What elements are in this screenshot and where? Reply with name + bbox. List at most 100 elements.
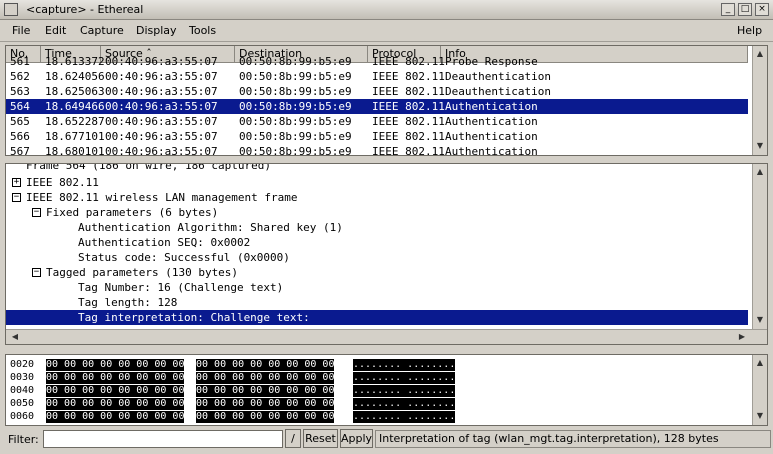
menu-file[interactable]: File — [12, 24, 30, 37]
tree-item[interactable]: IEEE 802.11 — [26, 175, 99, 190]
collapse-icon[interactable]: − — [32, 268, 41, 277]
packet-cell-proto: IEEE 802.11 — [372, 85, 445, 98]
hex-offset: 0030 — [10, 372, 35, 383]
packet-cell-info: Deauthentication — [445, 70, 551, 83]
reset-button[interactable]: Reset — [303, 429, 338, 448]
tree-item-label: IEEE 802.11 — [26, 176, 99, 189]
scroll-up-icon[interactable]: ▲ — [754, 357, 766, 369]
packet-cell-src: 00:40:96:a3:55:07 — [105, 130, 218, 143]
collapse-icon[interactable]: − — [12, 193, 21, 202]
tree-item[interactable]: Authentication SEQ: 0x0002 — [78, 235, 250, 250]
tree-item-label: Tag interpretation: Challenge text: — [78, 311, 310, 324]
packet-row[interactable]: 563 18.625063 00:40:96:a3:55:07 00:50:8b:99… — [6, 84, 748, 99]
scroll-left-icon[interactable]: ◀ — [9, 331, 21, 343]
hex-bytes[interactable]: 00 00 00 00 00 00 00 00 — [196, 372, 335, 384]
tree-item-label: Tag length: 128 — [78, 296, 178, 309]
packet-cell-src: 00:40:96:a3:55:07 — [105, 115, 218, 128]
menu-capture[interactable]: Capture — [80, 24, 124, 37]
packet-row[interactable]: 562 18.624056 00:40:96:a3:55:07 00:50:8b:99… — [6, 69, 748, 84]
packet-cell-no: 564 — [10, 100, 30, 113]
packet-cell-no: 563 — [10, 85, 30, 98]
apply-button[interactable]: Apply — [340, 429, 373, 448]
filter-input[interactable] — [43, 430, 283, 448]
tree-item-label: Fixed parameters (6 bytes) — [46, 206, 219, 219]
packet-cell-no: 566 — [10, 130, 30, 143]
tree-item-label: Authentication Algorithm: Shared key (1) — [78, 221, 343, 234]
menu-bar: File Edit Capture Display Tools Help — [0, 20, 773, 42]
packet-cell-info: Authentication — [445, 115, 538, 128]
tree-item[interactable]: Status code: Successful (0x0000) — [78, 250, 290, 265]
packet-cell-info: Authentication — [445, 130, 538, 143]
packet-cell-time: 18.625063 — [45, 85, 105, 98]
tree-item-label: Tag Number: 16 (Challenge text) — [78, 281, 284, 294]
expand-icon[interactable]: + — [12, 178, 21, 187]
scroll-up-icon[interactable]: ▲ — [754, 166, 766, 178]
hex-ascii[interactable]: ........ ........ — [353, 359, 456, 371]
title-bar: <capture> - Ethereal _ □ × — [0, 0, 773, 20]
hex-bytes[interactable]: 00 00 00 00 00 00 00 00 — [46, 372, 185, 384]
packet-cell-info: Authentication — [445, 100, 538, 113]
packet-list-vscroll[interactable]: ▲ ▼ — [752, 46, 767, 155]
tree-item[interactable]: Tagged parameters (130 bytes) — [46, 265, 238, 280]
hex-bytes[interactable]: 00 00 00 00 00 00 00 00 — [196, 411, 335, 423]
packet-row[interactable]: 567 18.680101 00:40:96:a3:55:07 00:50:8b:99… — [6, 144, 748, 156]
hex-ascii[interactable]: ........ ........ — [353, 385, 456, 397]
packet-cell-dst: 00:50:8b:99:b5:e9 — [239, 130, 352, 143]
hex-ascii[interactable]: ........ ........ — [353, 372, 456, 384]
hex-bytes[interactable]: 00 00 00 00 00 00 00 00 — [46, 385, 185, 397]
menu-display[interactable]: Display — [136, 24, 177, 37]
packet-cell-dst: 00:50:8b:99:b5:e9 — [239, 115, 352, 128]
detail-vscroll[interactable]: ▲ ▼ — [752, 164, 767, 329]
packet-cell-info: Deauthentication — [445, 85, 551, 98]
hex-bytes[interactable]: 00 00 00 00 00 00 00 00 — [46, 398, 185, 410]
packet-list-pane: No. Time Source ˆ Destination Protocol I… — [5, 45, 768, 156]
pane-splitter-bottom[interactable] — [0, 346, 773, 352]
hex-ascii[interactable]: ........ ........ — [353, 411, 456, 423]
packet-cell-no: 567 — [10, 145, 30, 156]
detail-hscroll[interactable]: ◀ ▶ — [6, 329, 767, 344]
tree-item-selected[interactable]: Tag interpretation: Challenge text: — [6, 310, 748, 325]
tree-item[interactable]: Authentication Algorithm: Shared key (1) — [78, 220, 343, 235]
window-title: <capture> - Ethereal — [26, 3, 144, 16]
tree-item[interactable]: Tag length: 128 — [78, 295, 177, 310]
tree-item[interactable]: Tag Number: 16 (Challenge text) — [78, 280, 283, 295]
tree-item[interactable]: Frame 564 (186 on wire, 186 captured) — [26, 163, 272, 173]
window-menu-icon[interactable] — [4, 3, 18, 16]
packet-cell-time: 18.649466 — [45, 100, 105, 113]
hex-bytes[interactable]: 00 00 00 00 00 00 00 00 — [196, 359, 335, 371]
tree-item-label: Frame 564 (186 on wire, 186 captured) — [26, 163, 272, 172]
packet-cell-no: 562 — [10, 70, 30, 83]
scroll-down-icon[interactable]: ▼ — [754, 140, 766, 152]
collapse-icon[interactable]: − — [32, 208, 41, 217]
packet-cell-dst: 00:50:8b:99:b5:e9 — [239, 85, 352, 98]
scroll-up-icon[interactable]: ▲ — [754, 48, 766, 60]
minimize-button[interactable]: _ — [721, 3, 735, 16]
tree-item[interactable]: Fixed parameters (6 bytes) — [46, 205, 218, 220]
hex-dump-pane: 0020 00 00 00 00 00 00 00 00 00 00 00 00 0… — [5, 354, 768, 426]
hex-bytes[interactable]: 00 00 00 00 00 00 00 00 — [46, 359, 185, 371]
packet-row[interactable]: 566 18.677101 00:40:96:a3:55:07 00:50:8b:99… — [6, 129, 748, 144]
menu-help[interactable]: Help — [737, 24, 762, 37]
hex-offset: 0050 — [10, 398, 35, 409]
tree-item[interactable]: IEEE 802.11 wireless LAN management fram… — [26, 190, 298, 205]
scroll-down-icon[interactable]: ▼ — [754, 314, 766, 326]
menu-tools[interactable]: Tools — [189, 24, 216, 37]
filter-edit-button[interactable]: / — [285, 429, 301, 448]
close-button[interactable]: × — [755, 3, 769, 16]
packet-detail-pane: Frame 564 (186 on wire, 186 captured) + IE… — [5, 163, 768, 345]
packet-row-selected[interactable]: 564 18.649466 00:40:96:a3:55:07 00:50:8b:99… — [6, 99, 748, 114]
hex-bytes[interactable]: 00 00 00 00 00 00 00 00 — [196, 398, 335, 410]
packet-cell-proto: IEEE 802.11 — [372, 70, 445, 83]
packet-cell-proto: IEEE 802.11 — [372, 145, 445, 156]
hex-bytes[interactable]: 00 00 00 00 00 00 00 00 — [46, 411, 185, 423]
packet-row[interactable]: 565 18.652287 00:40:96:a3:55:07 00:50:8b:99… — [6, 114, 748, 129]
packet-cell-time: 18.652287 — [45, 115, 105, 128]
scroll-right-icon[interactable]: ▶ — [736, 331, 748, 343]
scroll-down-icon[interactable]: ▼ — [754, 410, 766, 422]
hex-bytes[interactable]: 00 00 00 00 00 00 00 00 — [196, 385, 335, 397]
hex-vscroll[interactable]: ▲ ▼ — [752, 355, 767, 425]
hex-ascii[interactable]: ........ ........ — [353, 398, 456, 410]
tree-item-label: Tagged parameters (130 bytes) — [46, 266, 239, 279]
menu-edit[interactable]: Edit — [45, 24, 66, 37]
maximize-button[interactable]: □ — [738, 3, 752, 16]
